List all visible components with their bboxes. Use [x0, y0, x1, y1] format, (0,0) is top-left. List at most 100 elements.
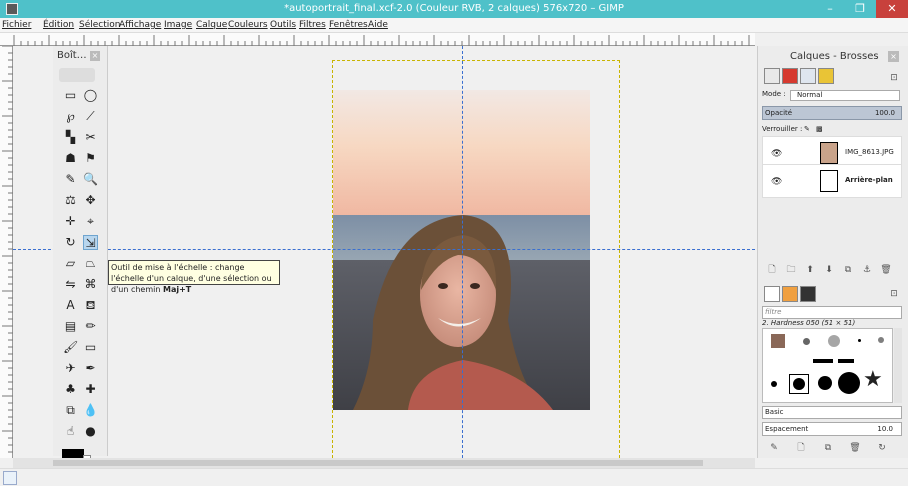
- paths-icon[interactable]: ⚑: [83, 151, 98, 166]
- horizontal-ruler[interactable]: [0, 33, 755, 46]
- menu-aide[interactable]: Aide: [368, 20, 388, 30]
- brush-item[interactable]: [828, 335, 840, 347]
- scrollbar-thumb[interactable]: [53, 460, 703, 466]
- tab-gradients[interactable]: [800, 286, 816, 302]
- preset-select[interactable]: Basic: [762, 406, 902, 419]
- rect-select-icon[interactable]: ▭: [63, 88, 78, 103]
- menu-affichage[interactable]: Affichage: [119, 20, 161, 30]
- heal-icon[interactable]: ✚: [83, 382, 98, 397]
- shear-icon[interactable]: ▱: [63, 256, 78, 271]
- raise-layer-icon[interactable]: ⬆: [804, 264, 816, 276]
- star-brush-icon[interactable]: ★: [863, 369, 883, 391]
- menu-fenetres[interactable]: Fenêtres: [329, 20, 368, 30]
- spacing-slider[interactable]: Espacement 10.0: [762, 422, 902, 436]
- clone-icon[interactable]: ♣: [63, 382, 78, 397]
- menu-fichier[interactable]: Fichier: [2, 20, 31, 30]
- new-brush-icon[interactable]: 🗋: [795, 442, 807, 454]
- maximize-button[interactable]: ❐: [846, 0, 874, 18]
- brush-dock-menu-icon[interactable]: ⊡: [888, 288, 900, 300]
- edit-brush-icon[interactable]: ✎: [768, 442, 780, 454]
- toolbox-close-button[interactable]: ×: [90, 51, 100, 61]
- brush-item[interactable]: [838, 372, 860, 394]
- brush-item[interactable]: [803, 338, 810, 345]
- tab-layers[interactable]: [764, 68, 780, 84]
- navigate-icon[interactable]: [3, 471, 17, 485]
- airbrush-icon[interactable]: ✈: [63, 361, 78, 376]
- selected-brush[interactable]: [789, 374, 809, 394]
- brush-image-swatch[interactable]: [771, 334, 785, 348]
- eye-icon[interactable]: 👁: [771, 149, 782, 159]
- paintbrush-icon[interactable]: 🖌: [63, 340, 78, 355]
- scale-icon[interactable]: ⇲: [83, 235, 98, 250]
- bucket-fill-icon[interactable]: ⛾: [83, 298, 98, 313]
- refresh-brushes-icon[interactable]: ↻: [876, 442, 888, 454]
- horizontal-guide[interactable]: [13, 249, 755, 250]
- horizontal-scrollbar[interactable]: [13, 458, 755, 468]
- brush-item[interactable]: [813, 359, 833, 363]
- menu-outils[interactable]: Outils: [270, 20, 296, 30]
- close-button[interactable]: ✕: [876, 0, 908, 18]
- mode-select[interactable]: Normal: [790, 90, 900, 101]
- tab-undo[interactable]: [818, 68, 834, 84]
- dock-close-button[interactable]: ×: [888, 51, 899, 62]
- duplicate-brush-icon[interactable]: ⧉: [822, 442, 834, 454]
- layer-row[interactable]: 👁 Arrière-plan: [762, 164, 902, 198]
- move-icon[interactable]: ✥: [83, 193, 98, 208]
- menu-selection[interactable]: Sélection: [79, 20, 120, 30]
- lock-alpha-icon[interactable]: ▩: [816, 125, 823, 133]
- tab-paths[interactable]: [800, 68, 816, 84]
- new-layer-icon[interactable]: 🗋: [766, 264, 778, 276]
- menu-calque[interactable]: Calque: [196, 20, 227, 30]
- vertical-guide[interactable]: [462, 46, 463, 458]
- scissors-icon[interactable]: ✂: [83, 130, 98, 145]
- zoom-icon[interactable]: 🔍: [83, 172, 98, 187]
- menu-filtres[interactable]: Filtres: [299, 20, 326, 30]
- dodge-burn-icon[interactable]: ●: [83, 424, 98, 439]
- flip-icon[interactable]: ⇋: [63, 277, 78, 292]
- foreground-select-icon[interactable]: ☗: [63, 151, 78, 166]
- minimize-button[interactable]: –: [816, 0, 844, 18]
- ellipse-select-icon[interactable]: ◯: [83, 88, 98, 103]
- pencil-icon[interactable]: ✏: [83, 319, 98, 334]
- measure-icon[interactable]: ⚖: [63, 193, 78, 208]
- brush-item[interactable]: [838, 359, 854, 363]
- brush-item[interactable]: [818, 376, 832, 390]
- delete-brush-icon[interactable]: 🗑: [849, 442, 861, 454]
- perspective-icon[interactable]: ⏢: [83, 256, 98, 271]
- opacity-slider[interactable]: Opacité 100.0: [762, 106, 902, 120]
- brush-filter-field[interactable]: filtre: [762, 306, 902, 319]
- perspective-clone-icon[interactable]: ⧉: [63, 403, 78, 418]
- blend-icon[interactable]: ▤: [63, 319, 78, 334]
- text-icon[interactable]: A: [63, 298, 78, 313]
- tab-patterns[interactable]: [782, 286, 798, 302]
- eraser-icon[interactable]: ▭: [83, 340, 98, 355]
- tab-channels[interactable]: [782, 68, 798, 84]
- lock-pixels-icon[interactable]: ✎: [804, 125, 810, 133]
- smudge-icon[interactable]: ☝: [63, 424, 78, 439]
- vertical-ruler[interactable]: [0, 45, 13, 458]
- ink-icon[interactable]: ✒: [83, 361, 98, 376]
- brush-grid[interactable]: ★: [762, 328, 893, 403]
- menu-couleurs[interactable]: Couleurs: [228, 20, 268, 30]
- brush-item[interactable]: [771, 381, 777, 387]
- brush-item[interactable]: [878, 337, 884, 343]
- brush-item[interactable]: [858, 339, 861, 342]
- anchor-layer-icon[interactable]: ⚓: [861, 264, 873, 276]
- rotate-icon[interactable]: ↻: [63, 235, 78, 250]
- free-select-icon[interactable]: ℘: [63, 109, 78, 124]
- duplicate-layer-icon[interactable]: ⧉: [842, 264, 854, 276]
- fuzzy-select-icon[interactable]: ⟋: [83, 109, 98, 124]
- dock-menu-icon[interactable]: ⊡: [888, 72, 900, 84]
- lower-layer-icon[interactable]: ⬇: [823, 264, 835, 276]
- align-icon[interactable]: ✛: [63, 214, 78, 229]
- eye-icon[interactable]: 👁: [771, 177, 782, 187]
- crop-icon[interactable]: ⌖: [83, 214, 98, 229]
- delete-layer-icon[interactable]: 🗑: [880, 264, 892, 276]
- color-picker-icon[interactable]: ✎: [63, 172, 78, 187]
- color-select-icon[interactable]: ▚: [63, 130, 78, 145]
- menu-image[interactable]: Image: [164, 20, 192, 30]
- new-layer-group-icon[interactable]: 🗀: [785, 264, 797, 276]
- blur-icon[interactable]: 💧: [83, 403, 98, 418]
- brush-scrollbar[interactable]: [894, 328, 902, 403]
- cage-icon[interactable]: ⌘: [83, 277, 98, 292]
